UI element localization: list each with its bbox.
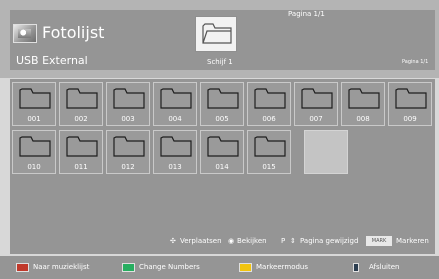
exit-key-icon bbox=[353, 263, 359, 272]
photo-frame-screen: Fotolijst USB External Pagina 1/1 Schijf… bbox=[0, 0, 439, 279]
folder-label: 004 bbox=[168, 115, 182, 123]
folder-grid: 001 002 003 004 005 006 007 008 009 010 … bbox=[10, 79, 435, 254]
folder-label: 006 bbox=[262, 115, 276, 123]
folder-label: 005 bbox=[215, 115, 229, 123]
folder-icon bbox=[113, 88, 145, 109]
folder-tile[interactable]: 014 bbox=[200, 130, 244, 174]
folder-icon bbox=[395, 88, 427, 109]
folder-label: 007 bbox=[309, 115, 323, 123]
folder-label: 014 bbox=[215, 163, 229, 171]
folder-tile[interactable]: 003 bbox=[106, 82, 150, 126]
folder-icon bbox=[202, 23, 232, 44]
folder-tile[interactable]: 008 bbox=[341, 82, 385, 126]
folder-tile[interactable]: 015 bbox=[247, 130, 291, 174]
folder-tile[interactable]: 010 bbox=[12, 130, 56, 174]
folder-label: 013 bbox=[168, 163, 182, 171]
folder-tile[interactable]: 007 bbox=[294, 82, 338, 126]
folder-icon bbox=[207, 136, 239, 157]
legend-page-change: Pagina gewijzigd bbox=[300, 237, 359, 245]
folder-icon bbox=[254, 88, 286, 109]
folder-icon bbox=[160, 88, 192, 109]
legend-page-key: P bbox=[281, 237, 286, 245]
folder-icon bbox=[19, 88, 51, 109]
folder-label: 011 bbox=[74, 163, 88, 171]
folder-tile[interactable]: 013 bbox=[153, 130, 197, 174]
bottom-bar: Naar muzieklijst Change Numbers Markeerm… bbox=[0, 256, 439, 279]
red-key-icon bbox=[16, 263, 29, 272]
folder-label: 002 bbox=[74, 115, 88, 123]
drive-folder-icon[interactable] bbox=[195, 16, 237, 52]
folder-label: 015 bbox=[262, 163, 276, 171]
folder-tile[interactable]: 012 bbox=[106, 130, 150, 174]
folder-label: 003 bbox=[121, 115, 135, 123]
folder-tile[interactable]: 004 bbox=[153, 82, 197, 126]
photo-frame-icon bbox=[13, 24, 37, 43]
folder-icon bbox=[66, 88, 98, 109]
drive-label: Schijf 1 bbox=[207, 58, 233, 66]
folder-icon bbox=[66, 136, 98, 157]
folder-icon bbox=[301, 88, 333, 109]
ok-button-icon: ◉ bbox=[228, 237, 235, 245]
mark-mode-label: Markeermodus bbox=[256, 263, 309, 271]
folder-tile[interactable]: 005 bbox=[200, 82, 244, 126]
folder-icon bbox=[113, 136, 145, 157]
move-arrows-icon: ✣ bbox=[170, 237, 176, 245]
folder-icon bbox=[348, 88, 380, 109]
folder-tile[interactable]: 002 bbox=[59, 82, 103, 126]
folder-label: 001 bbox=[27, 115, 41, 123]
legend-mark: Markeren bbox=[396, 237, 429, 245]
folder-label: 008 bbox=[356, 115, 370, 123]
app-title: Fotolijst bbox=[42, 23, 105, 42]
folder-label: 009 bbox=[403, 115, 417, 123]
folder-label: 010 bbox=[27, 163, 41, 171]
folder-icon bbox=[207, 88, 239, 109]
change-numbers-label: Change Numbers bbox=[139, 263, 200, 271]
folder-label: 012 bbox=[121, 163, 135, 171]
folder-icon bbox=[160, 136, 192, 157]
folder-icon bbox=[254, 136, 286, 157]
page-indicator-top: Pagina 1/1 bbox=[288, 10, 325, 18]
header: Fotolijst USB External Pagina 1/1 Schijf… bbox=[0, 0, 439, 78]
music-list-label: Naar muzieklijst bbox=[33, 263, 90, 271]
yellow-key-icon bbox=[239, 263, 252, 272]
legend-view: Bekijken bbox=[237, 237, 267, 245]
exit-label: Afsluiten bbox=[369, 263, 400, 271]
folder-tile[interactable]: 006 bbox=[247, 82, 291, 126]
green-key-icon bbox=[122, 263, 135, 272]
page-indicator-right: Pagina 1/1 bbox=[402, 59, 429, 65]
folder-tile[interactable]: 011 bbox=[59, 130, 103, 174]
source-label: USB External bbox=[16, 54, 88, 67]
key-legend: ✣ Verplaatsen ◉ Bekijken P ⇕ Pagina gewi… bbox=[170, 235, 439, 249]
folder-tile[interactable]: 001 bbox=[12, 82, 56, 126]
legend-move: Verplaatsen bbox=[180, 237, 222, 245]
mark-key-badge: MARK bbox=[366, 236, 392, 246]
empty-slot bbox=[304, 130, 348, 174]
folder-tile[interactable]: 009 bbox=[388, 82, 432, 126]
folder-icon bbox=[19, 136, 51, 157]
page-updown-icon: ⇕ bbox=[290, 237, 296, 245]
